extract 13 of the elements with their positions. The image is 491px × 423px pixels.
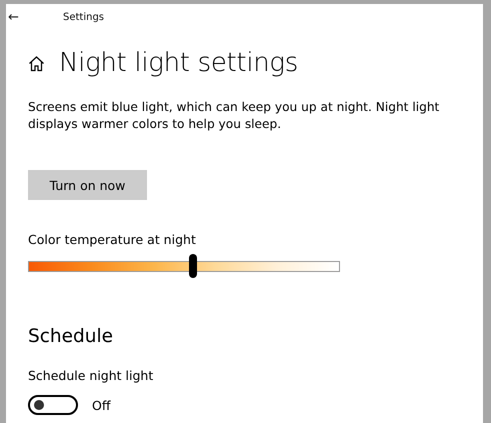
section-heading: Schedule bbox=[28, 326, 114, 347]
window-title: Settings bbox=[63, 12, 104, 22]
toggle-label: Schedule night light bbox=[28, 368, 154, 383]
back-button[interactable]: ← bbox=[8, 10, 28, 24]
slider-label: Color temperature at night bbox=[28, 232, 197, 247]
turn-on-now-button[interactable]: Turn on now bbox=[28, 170, 147, 200]
slider-track[interactable] bbox=[28, 261, 340, 272]
toggle-switch[interactable] bbox=[28, 395, 78, 415]
slider-thumb[interactable] bbox=[189, 254, 198, 278]
home-icon[interactable] bbox=[28, 54, 45, 72]
description-text: Screens emit blue light, which can keep you up at night. Night light displays warmer colors to help you sleep. bbox=[28, 99, 440, 133]
page-title: Night light settings bbox=[59, 48, 298, 78]
toggle-state-text: Off bbox=[92, 398, 110, 412]
